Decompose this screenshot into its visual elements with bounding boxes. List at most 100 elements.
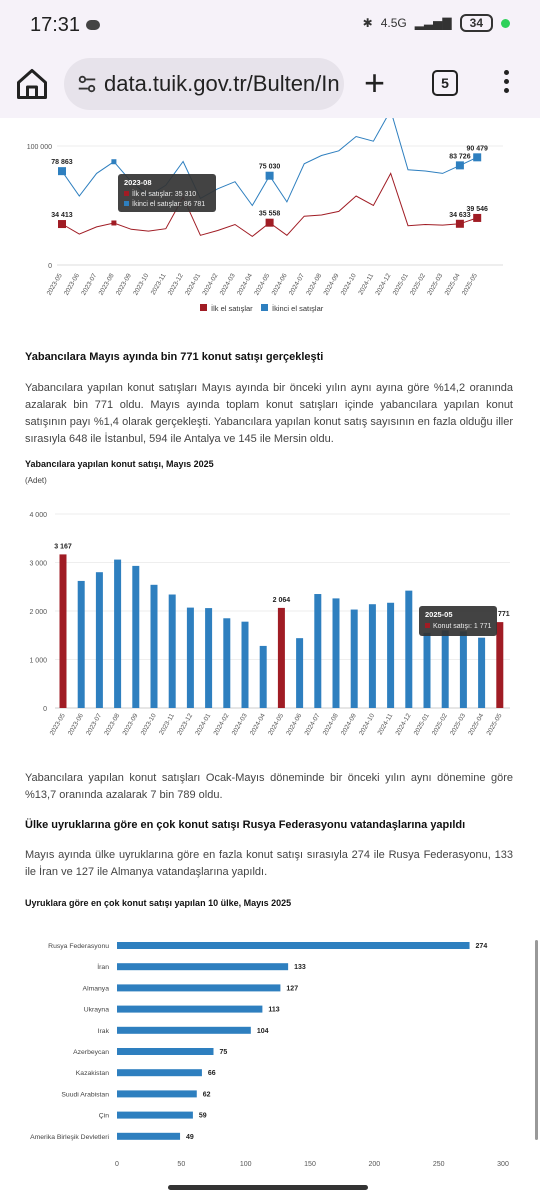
site-settings-icon[interactable] (76, 73, 98, 95)
chart1-xtick: 2024-05 (253, 272, 271, 296)
chart2-xtick: 2024-08 (322, 712, 340, 736)
chart2-xtick: 2024-04 (249, 712, 267, 736)
chart3-xtick: 200 (368, 1161, 380, 1168)
chart2-xtick: 2025-05 (486, 712, 504, 736)
chart3-xtick: 100 (240, 1161, 252, 1168)
chart3-bar (117, 984, 281, 992)
page-content: 0 100 000 78 863 34 413 75 030 35 558 83 726… (0, 118, 540, 1200)
chart1-marker (111, 159, 117, 165)
chart2-bar (332, 598, 340, 708)
chart1-xtick: 2024-04 (236, 272, 254, 296)
chart1-xtick: 2024-02 (201, 272, 219, 296)
chart2-ytick: 4 000 (29, 512, 47, 519)
section1-heading: Yabancılara Mayıs ayında bin 771 konut s… (25, 351, 324, 363)
chart3-bar (117, 942, 470, 949)
chart1-xtick: 2023-07 (80, 272, 98, 296)
foreign-sales-bar-chart: 0 1 000 2 000 3 000 4 000 3 167 2 064 771 2023… (29, 512, 510, 737)
chart2-xtick: 2024-11 (377, 712, 395, 736)
chart2-bar (368, 604, 376, 708)
chart2-xtick: 2023-06 (67, 712, 85, 736)
chart1-point-label: 34 413 (51, 212, 73, 219)
section2-paragraph: Yabancılara yapılan konut satışları Ocak… (25, 772, 513, 801)
chart3-bar (117, 1111, 193, 1119)
chart1-xtick: 2023-10 (132, 272, 150, 296)
chart3-category-label: Irak (98, 1028, 110, 1035)
chart1-marker (455, 161, 464, 170)
chart1-marker (473, 213, 482, 222)
chart2-xtick: 2024-10 (358, 712, 376, 736)
chart3-value-label: 274 (476, 943, 488, 950)
url-text[interactable]: data.tuik.gov.tr/Bulten/In (104, 71, 340, 97)
chart2-bar (350, 609, 358, 708)
chart3-value-label: 62 (203, 1091, 211, 1098)
chart2-xtick: 2023-07 (85, 712, 103, 736)
chart1-marker (111, 220, 117, 226)
chart2-tooltip: 2025-05 Konut satışı: 1 771 (419, 606, 497, 636)
chart1-point-label: 90 479 (466, 145, 488, 152)
chart3-title: Uyruklara göre en çok konut satışı yapıl… (25, 898, 292, 908)
chart3-value-label: 66 (208, 1070, 216, 1077)
chart1-tooltip-line2: İkinci el satışlar: 86 781 (132, 199, 205, 208)
nationality-hbar-chart: Rusya Federasyonu 274 İran 133 Almanya 127 Ukr… (30, 942, 509, 1168)
chart2-bar (496, 622, 504, 708)
chart2-xtick: 2023-12 (176, 712, 194, 736)
chart3-bar (117, 963, 289, 971)
chart3-xtick: 250 (433, 1161, 445, 1168)
chart2-xtick: 2025-02 (431, 712, 449, 736)
chart2-unit: (Adet) (25, 476, 47, 485)
chart2-bar (95, 572, 103, 708)
chart2-bar (423, 632, 431, 708)
chart3-value-label: 59 (199, 1113, 207, 1120)
gesture-nav-bar[interactable] (168, 1185, 368, 1190)
chart2-xtick: 2025-04 (467, 712, 485, 736)
chart2-xtick: 2024-12 (395, 712, 413, 736)
chart3-xtick: 50 (177, 1161, 185, 1168)
chart1-xtick: 2024-10 (340, 272, 358, 296)
browser-toolbar: data.tuik.gov.tr/Bulten/In + 5 (0, 52, 540, 118)
chart3-bar (117, 1005, 263, 1013)
chart2-bar (205, 608, 213, 708)
menu-kebab-icon[interactable] (504, 70, 510, 97)
chart1-legend-first-hand: İlk el satışlar (211, 304, 253, 313)
new-tab-plus-icon[interactable]: + (364, 65, 385, 101)
chart1-marker (58, 167, 66, 176)
chart1-xtick: 2024-08 (305, 272, 323, 296)
chart1-xtick: 2025-01 (392, 272, 410, 296)
address-bar[interactable]: data.tuik.gov.tr/Bulten/In (64, 58, 344, 110)
tab-switcher-button[interactable]: 5 (432, 70, 458, 96)
section2-heading: Ülke uyruklarına göre en çok konut satış… (25, 819, 466, 831)
home-icon[interactable] (14, 66, 50, 102)
chart1-xtick: 2024-09 (323, 272, 341, 296)
chart2-bar (186, 607, 194, 708)
status-bar: 17:31 ✱ 4.5G ▂▃▅▇ 34 (0, 0, 540, 52)
chart2-xtick: 2024-03 (231, 712, 249, 736)
chart1-xtick: 2024-12 (374, 272, 392, 296)
scrollbar[interactable] (535, 940, 538, 1140)
chart2-xtick: 2025-01 (413, 712, 431, 736)
chart2-xtick: 2024-09 (340, 712, 358, 736)
chart1-xtick: 2023-12 (167, 272, 185, 296)
chart1-ytick-100000: 100 000 (27, 144, 52, 151)
chart2-bar (223, 618, 231, 708)
chart2-bar-label: 771 (498, 611, 510, 618)
chart3-bar (117, 1132, 181, 1140)
chart1-point-label: 35 558 (259, 211, 281, 218)
chart2-bar (296, 638, 304, 708)
chart3-bar (117, 1026, 251, 1034)
chart2-xtick: 2025-03 (449, 712, 467, 736)
chart3-bar (117, 1048, 214, 1055)
chart2-xtick: 2024-02 (213, 712, 231, 736)
chart1-xtick: 2025-04 (444, 272, 462, 296)
chart2-title: Yabancılara yapılan konut satışı, Mayıs … (25, 459, 214, 469)
chart1-xtick: 2023-05 (46, 272, 64, 296)
chart2-ytick: 1 000 (29, 658, 47, 665)
chart1-point-label: 78 863 (51, 159, 73, 166)
chart2-ytick: 0 (43, 706, 47, 713)
chart3-value-label: 133 (294, 964, 306, 971)
chart2-bar (150, 584, 158, 708)
chart2-bar (405, 590, 413, 708)
chart2-bar (459, 631, 467, 708)
chart1-xtick: 2023-06 (63, 272, 81, 296)
chart1-point-label: 83 726 (449, 153, 471, 160)
chart2-bar (478, 637, 486, 708)
